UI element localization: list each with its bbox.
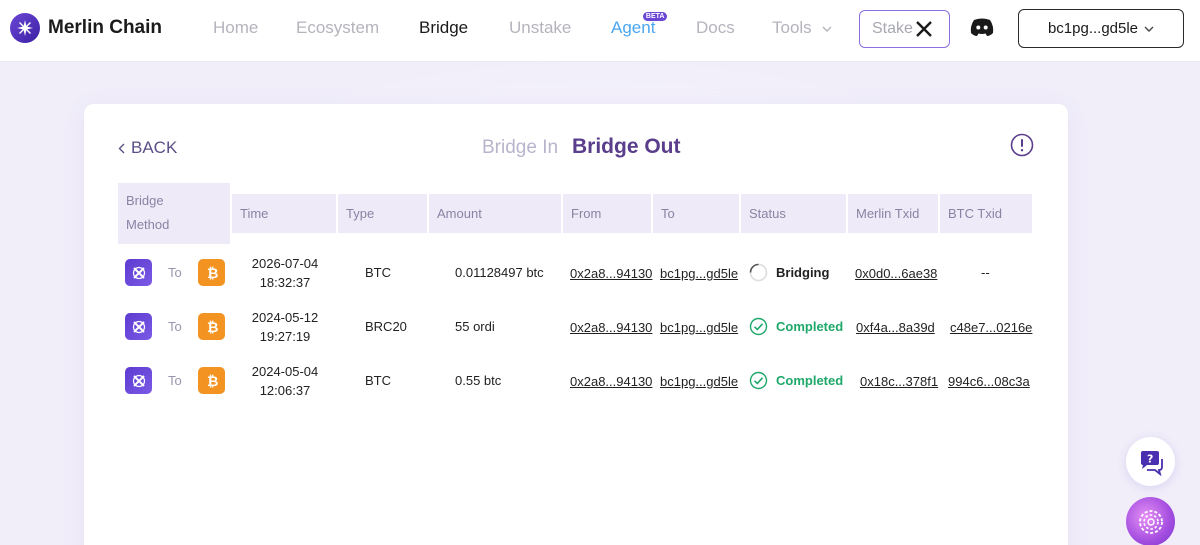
row-merlin-txid-link[interactable]: 0x18c...378f1 [860,374,938,389]
row-from-link[interactable]: 0x2a8...94130 [570,266,652,281]
check-circle-icon [749,371,768,390]
nav-ecosystem[interactable]: Ecosystem [296,18,379,38]
col-header-time: Time [232,194,336,233]
row-btc-txid-link[interactable]: c48e7...0216e [950,320,1032,335]
bridge-history-card: BACK Bridge In Bridge Out Bridge Method … [84,104,1068,545]
merlin-chain-icon [125,367,152,394]
bitcoin-icon: ₿ [198,259,225,286]
row-amount: 0.55 btc [455,373,502,388]
row-btc-txid-link[interactable]: 994c6...08c3a [948,374,1030,389]
row-time: 2024-05-04 12:06:37 [251,364,319,398]
ai-assistant-icon [1138,509,1163,534]
col-header-from: From [563,194,651,233]
svg-text:₿: ₿ [207,266,218,280]
row-type: BTC [365,265,391,280]
nav-bridge[interactable]: Bridge [419,18,468,38]
row-to-link[interactable]: bc1pg...gd5le [660,320,738,335]
direction-label: To [168,319,182,334]
x-icon[interactable] [915,20,933,38]
help-chat-icon: ? [1140,450,1163,476]
row-to-link[interactable]: bc1pg...gd5le [660,266,738,281]
wallet-address: bc1pg...gd5le [1047,20,1139,37]
merlin-chain-icon [125,259,152,286]
bitcoin-icon: ₿ [198,367,225,394]
status-badge: Bridging [749,263,829,282]
row-amount: 0.01128497 btc [455,265,544,280]
direction-label: To [168,265,182,280]
stake-label: Stake [872,20,913,37]
nav-tools[interactable]: Tools [772,18,832,38]
tab-bridge-in[interactable]: Bridge In [482,137,558,159]
discord-icon[interactable] [969,17,995,37]
row-time: 2026-07-04 18:32:37 [251,256,319,290]
nav-docs[interactable]: Docs [696,18,735,38]
col-header-to: To [653,194,739,233]
top-navbar: Merlin Chain Home Ecosystem Bridge Unsta… [0,0,1200,62]
row-merlin-txid-link[interactable]: 0xf4a...8a39d [856,320,935,335]
merlin-chain-icon [125,313,152,340]
help-chat-button[interactable]: ? [1126,437,1175,486]
nav-home[interactable]: Home [213,18,258,38]
chevron-left-icon [118,143,125,153]
row-from-link[interactable]: 0x2a8...94130 [570,320,652,335]
nav-tools-label: Tools [772,18,812,37]
stake-button[interactable]: Stake [859,10,950,48]
tab-bridge-out[interactable]: Bridge Out [572,135,681,159]
ai-assistant-button[interactable] [1126,497,1175,545]
row-from-link[interactable]: 0x2a8...94130 [570,374,652,389]
row-amount: 55 ordi [455,319,495,334]
nav-agent[interactable]: Agent BETA [611,12,668,38]
status-badge: Completed [749,317,843,336]
direction-label: To [168,373,182,388]
svg-text:₿: ₿ [207,320,218,334]
col-header-amount: Amount [429,194,561,233]
spinner-icon [749,263,768,282]
col-header-method: Bridge Method [118,183,230,244]
col-header-merlin-txid: Merlin Txid [848,194,938,233]
beta-badge: BETA [642,12,668,21]
status-badge: Completed [749,371,843,390]
row-merlin-txid-link[interactable]: 0x0d0...6ae38 [855,266,937,281]
check-circle-icon [749,317,768,336]
info-icon[interactable] [1010,133,1034,157]
back-button[interactable]: BACK [118,138,177,158]
col-header-type: Type [338,194,427,233]
row-type: BRC20 [365,319,407,334]
back-label: BACK [131,138,178,157]
row-to-link[interactable]: bc1pg...gd5le [660,374,738,389]
row-time: 2024-05-12 19:27:19 [251,310,319,344]
wallet-button[interactable]: bc1pg...gd5le [1018,9,1184,48]
row-btc-txid: -- [981,265,990,280]
row-type: BTC [365,373,391,388]
chevron-down-icon [822,26,832,32]
nav-unstake[interactable]: Unstake [509,18,571,38]
svg-text:₿: ₿ [207,374,218,388]
bitcoin-icon: ₿ [198,313,225,340]
chevron-down-icon [1144,26,1154,32]
svg-text:?: ? [1147,452,1153,465]
col-header-status: Status [741,194,846,233]
col-header-btc-txid: BTC Txid [940,194,1032,233]
